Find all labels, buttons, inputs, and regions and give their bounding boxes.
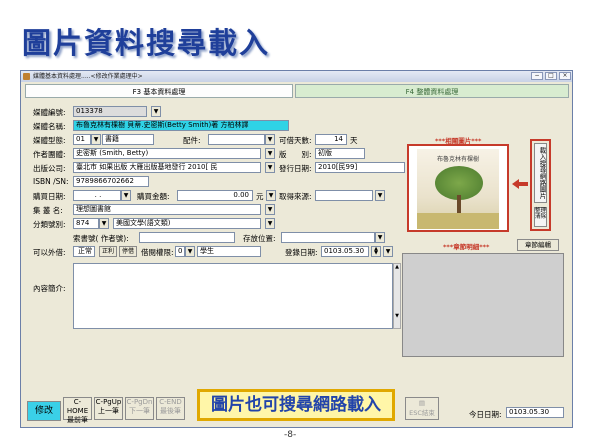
first-record-button[interactable]: C-HOME 最前筆 (63, 397, 92, 424)
exit-button[interactable]: ▤ ESC結束 (405, 397, 439, 420)
loan-level-field[interactable]: 學生 (197, 246, 261, 257)
media-name-field[interactable]: 布魯克林有棵樹 貝蒂.史密斯(Betty Smith)著 方柏林譯 (73, 120, 289, 131)
summary-textarea[interactable] (73, 263, 393, 329)
maximize-button[interactable]: □ (545, 72, 557, 80)
loan-days-unit: 天 (350, 136, 358, 145)
book-cover-image: 布魯克林有棵樹 (417, 149, 499, 229)
loan-level-dropdown[interactable]: ▼ (185, 246, 195, 257)
purchase-date-dropdown[interactable]: ▼ (121, 190, 131, 201)
purchase-amount-label: 購買金額: (137, 192, 170, 201)
summary-scrollbar[interactable]: ▲ ▼ (393, 263, 401, 329)
author-dropdown[interactable]: ▼ (265, 148, 275, 159)
register-date-spinner[interactable]: ▲ ▼ (371, 246, 381, 257)
category-dropdown[interactable]: ▼ (99, 218, 109, 229)
purchase-amount-unit: 元 (256, 192, 264, 201)
loan-days-field[interactable]: 14 (315, 134, 347, 145)
purchase-date-label: 購買日期: (33, 192, 66, 201)
media-id-dropdown[interactable]: ▼ (151, 106, 161, 117)
lendable-option-normal[interactable]: 正利 (99, 246, 117, 257)
purchase-amount-dropdown[interactable]: ▼ (266, 190, 276, 201)
storage-label: 存放位置: (243, 234, 276, 243)
storage-dropdown[interactable]: ▼ (375, 232, 385, 243)
source-label: 取得來源: (279, 192, 312, 201)
isbn-label: ISBN /SN: (33, 177, 69, 186)
category-label: 分類號別: (33, 220, 66, 229)
loan-level-label: 借閱權限: (141, 248, 174, 257)
call-no-label: 索書號( 作者號): (73, 234, 129, 243)
today-label: 今日日期: (469, 410, 502, 419)
register-date-field[interactable]: 0103.05.30 (321, 246, 369, 257)
load-image-button[interactable]: 載入搜尋網路圖片 (534, 143, 547, 203)
app-icon (23, 73, 30, 80)
loan-days-label: 可借天數: (279, 136, 312, 145)
image-button-group: 載入搜尋網路圖片 整理 清除 (530, 139, 551, 231)
source-field[interactable] (315, 190, 373, 201)
collection-field[interactable]: 理想圖書館 (73, 204, 261, 215)
register-date-label: 登錄日期: (285, 248, 318, 257)
source-dropdown[interactable]: ▼ (375, 190, 385, 201)
callout-banner: 圖片也可搜尋網路載入 (197, 389, 395, 421)
author-label: 作者團體: (33, 150, 66, 159)
storage-field[interactable] (281, 232, 375, 243)
media-name-label: 媒體名稱: (33, 122, 66, 131)
chapter-edit-button[interactable]: 章節編輯 (517, 239, 559, 251)
page-number: -8- (284, 430, 297, 440)
publisher-label: 出版公司: (33, 164, 66, 173)
edition-field[interactable]: 初版 (315, 148, 365, 159)
tab-overall-data[interactable]: F4 整體資料處理 (295, 84, 569, 98)
accessory-field[interactable] (208, 134, 265, 145)
call-no-field[interactable] (139, 232, 235, 243)
book-cover-title: 布魯克林有棵樹 (436, 156, 479, 163)
next-record-button[interactable]: C-PgDn 下一筆 (125, 397, 154, 420)
purchase-date-field[interactable]: . . (73, 190, 121, 201)
cover-image-frame: 布魯克林有棵樹 (407, 144, 509, 232)
exit-icon: ▤ (418, 399, 426, 407)
media-id-field[interactable]: 013378 (73, 106, 147, 117)
media-type-dropdown[interactable]: ▼ (91, 134, 101, 145)
tab-basic-data[interactable]: F3 基本資料處理 (25, 84, 293, 98)
register-date-dropdown[interactable]: ▼ (383, 246, 393, 257)
accessory-dropdown[interactable]: ▼ (265, 134, 275, 145)
chapter-list[interactable] (402, 253, 564, 357)
publisher-field[interactable]: 臺北市 如果出版 大雁出版基地發行 2010[ 民 (73, 162, 261, 173)
today-field: 0103.05.30 (506, 407, 564, 418)
lendable-option-suspend[interactable]: 停借 (119, 246, 137, 257)
prev-record-button[interactable]: C-PgUp 上一筆 (94, 397, 123, 420)
window-titlebar: 媒體基本資料處理.....<修改作業處理中> − □ × (21, 71, 572, 82)
media-type-code[interactable]: 01 (73, 134, 91, 145)
category-field[interactable]: 美國文學(語文類) (113, 218, 261, 229)
grass-shape (417, 213, 499, 229)
collection-dropdown[interactable]: ▼ (265, 204, 275, 215)
edition-label: 版 別: (279, 150, 312, 159)
category-code[interactable]: 874 (73, 218, 99, 229)
collection-label: 集 叢 名: (33, 206, 63, 215)
isbn-field[interactable]: 9789866702662 (73, 176, 149, 187)
pub-date-label: 發行日期: (279, 164, 312, 173)
lendable-label: 可以外借: (33, 248, 66, 257)
app-window: 媒體基本資料處理.....<修改作業處理中> − □ × F3 基本資料處理 F… (20, 70, 573, 428)
accessory-label: 配件: (183, 136, 201, 145)
minimize-button[interactable]: − (531, 72, 543, 80)
pub-date-field[interactable]: 2010[民99] (315, 162, 405, 173)
close-button[interactable]: × (559, 72, 571, 80)
last-record-button[interactable]: C-END 最後筆 (156, 397, 185, 420)
category-name-dropdown[interactable]: ▼ (265, 218, 275, 229)
arrow-left-icon (512, 179, 528, 189)
slide-title: 圖片資料搜尋載入 (22, 26, 271, 60)
clear-image-button[interactable]: 整理 清除 (534, 207, 547, 227)
modify-button[interactable]: 修改 (27, 401, 61, 421)
summary-label: 內容簡介: (33, 284, 66, 293)
purchase-amount-field[interactable]: 0.00 (177, 190, 253, 201)
media-id-label: 媒體編號: (33, 108, 66, 117)
media-type-field[interactable]: 書籍 (102, 134, 154, 145)
loan-level-code[interactable]: 0 (175, 246, 185, 257)
publisher-dropdown[interactable]: ▼ (265, 162, 275, 173)
lendable-field[interactable]: 正常 (73, 246, 95, 257)
chapter-panel-header: ***章節明細*** (443, 243, 490, 251)
window-title: 媒體基本資料處理.....<修改作業處理中> (33, 73, 143, 80)
author-field[interactable]: 史密斯 (Smith, Betty) (73, 148, 261, 159)
media-type-label: 媒體型態: (33, 136, 66, 145)
